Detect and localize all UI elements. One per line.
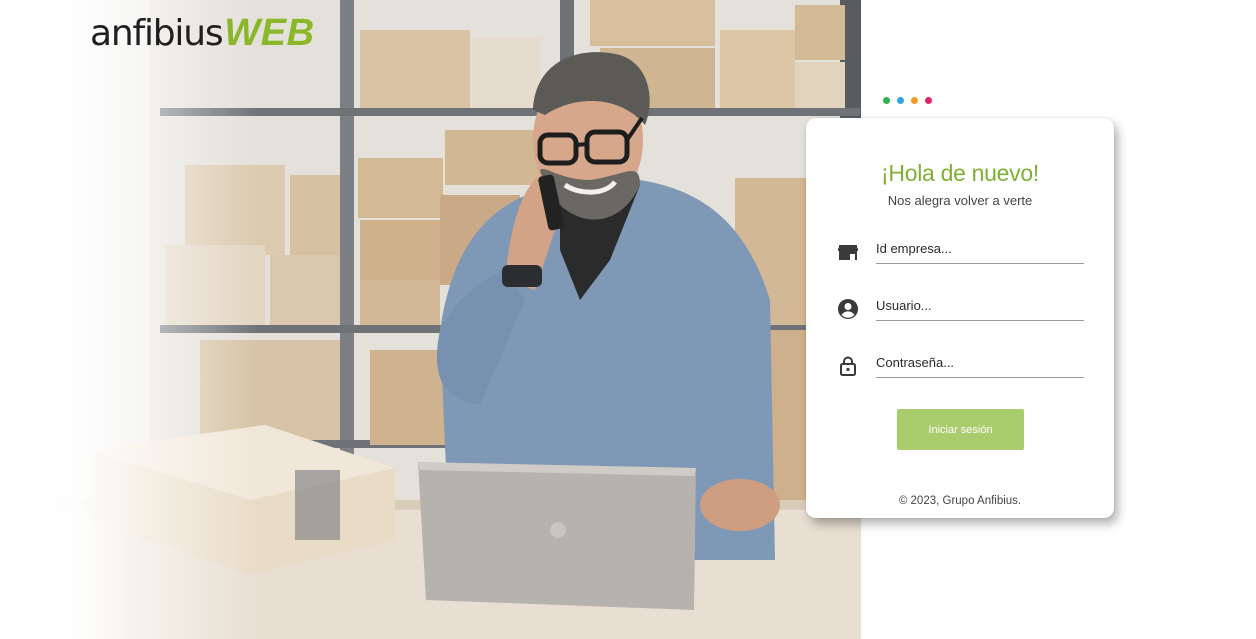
password-underline	[876, 377, 1084, 378]
hero-photo	[0, 0, 861, 639]
store-icon	[836, 240, 860, 264]
dot-orange	[911, 97, 918, 104]
logo-text-anfibius: anfibius	[90, 13, 224, 54]
login-title: ¡Hola de nuevo!	[881, 160, 1039, 186]
login-card: ¡Hola de nuevo! Nos alegra volver a vert…	[806, 118, 1114, 518]
lock-icon	[836, 354, 860, 378]
username-input[interactable]	[876, 293, 1080, 317]
login-button[interactable]: Iniciar sesión	[897, 409, 1024, 450]
decorative-dots	[883, 97, 932, 104]
username-underline	[876, 320, 1084, 321]
logo-text-web: WEB	[224, 12, 315, 54]
dot-pink	[925, 97, 932, 104]
company-id-input[interactable]	[876, 236, 1080, 260]
dot-blue	[897, 97, 904, 104]
company-id-underline	[876, 263, 1084, 264]
password-input[interactable]	[876, 350, 1080, 374]
copyright-footer: © 2023, Grupo Anfibius.	[898, 495, 1022, 507]
account-circle-icon	[836, 297, 860, 321]
dot-green	[883, 97, 890, 104]
password-field	[836, 346, 1084, 382]
anfibius-web-logo: anfibius WEB	[90, 12, 315, 56]
username-field	[836, 289, 1084, 325]
warehouse-illustration	[0, 0, 861, 639]
company-id-field	[836, 232, 1084, 268]
login-subtitle: Nos alegra volver a verte	[887, 193, 1033, 208]
